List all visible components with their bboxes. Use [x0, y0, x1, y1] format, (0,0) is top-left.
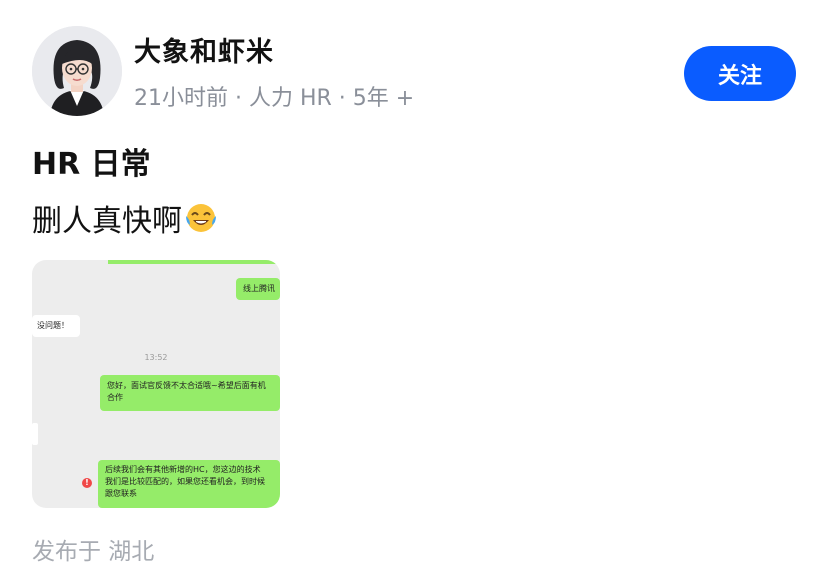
follow-button[interactable]: 关注: [684, 46, 796, 101]
chat-line: 合作: [107, 393, 123, 402]
chat-bubble-sent: 线上腾讯: [236, 278, 280, 300]
chat-bubble-sent: 后续我们会有其他新增的HC，您这边的技术 我们是比较匹配的，如果您还看机会，到时…: [98, 460, 280, 508]
chat-timestamp: 13:52: [144, 353, 168, 362]
chat-bubble-sent: 您好，面试官反馈不太合适哦~希望后面有机 合作: [100, 375, 280, 411]
chat-line: 跟您联系: [105, 489, 137, 498]
tears-of-joy-emoji-icon: [186, 204, 216, 232]
chat-line: 后续我们会有其他新增的HC，您这边的技术: [105, 465, 261, 474]
author-name[interactable]: 大象和虾米: [134, 30, 274, 69]
bubble-top-edge: [108, 260, 280, 264]
avatar-illustration: [32, 26, 122, 116]
chat-bubble-received-partial: [32, 423, 38, 445]
avatar[interactable]: [32, 26, 122, 116]
chat-bubble-received: 没问题！: [32, 315, 80, 337]
post-body-text: 删人真快啊: [32, 204, 182, 239]
image-thumbnail[interactable]: 线上腾讯 没问题！ 13:52 您好，面试官反馈不太合适哦~希望后面有机 合作 …: [32, 260, 280, 508]
post-meta: 21小时前 · 人力 HR · 5年 +: [134, 86, 415, 111]
send-failed-icon: !: [82, 478, 92, 488]
post-body: 删人真快啊: [32, 196, 218, 240]
chat-line: 您好，面试官反馈不太合适哦~希望后面有机: [107, 381, 266, 390]
post-title: HR 日常: [32, 147, 151, 182]
chat-line: 我们是比较匹配的，如果您还看机会，到时候: [105, 477, 265, 486]
post-location: 发布于 湖北: [32, 539, 155, 565]
